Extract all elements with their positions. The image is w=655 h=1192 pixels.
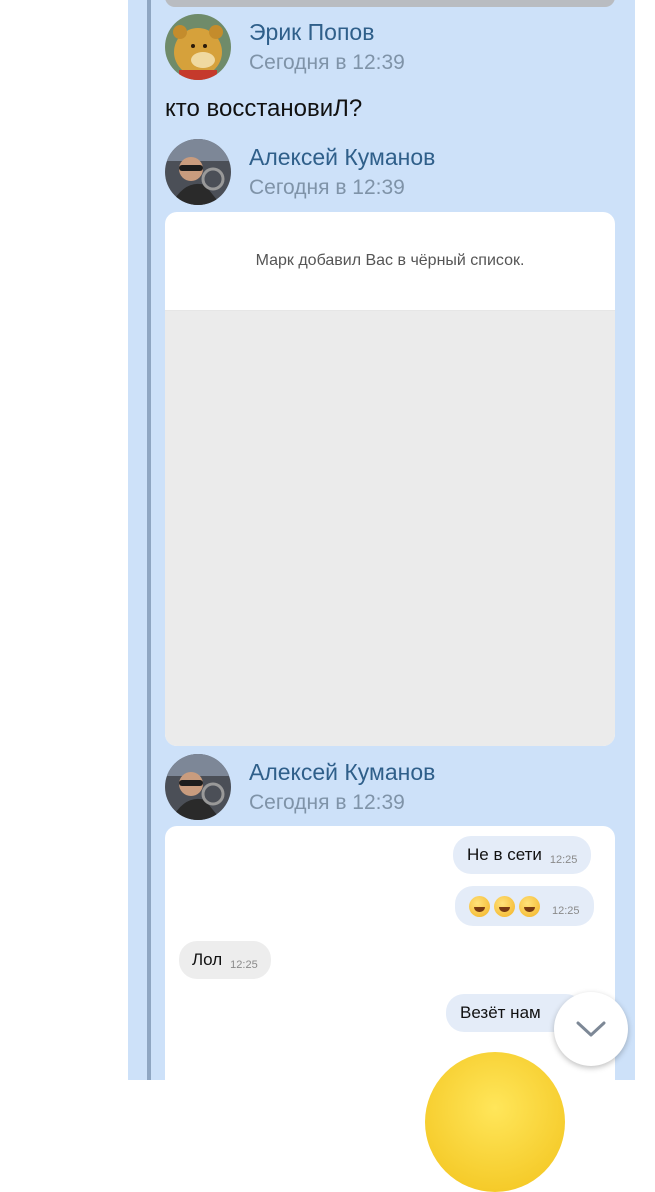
- message-text: кто восстановиЛ?: [165, 95, 363, 122]
- post-time: Сегодня в 12:39: [249, 791, 405, 814]
- previous-attachment-edge: [165, 0, 615, 7]
- rofl-emoji: [519, 895, 540, 917]
- attachment-placeholder: [165, 311, 615, 746]
- post-time: Сегодня в 12:39: [249, 51, 405, 74]
- sticker: [425, 1052, 565, 1192]
- rofl-emoji: [494, 895, 515, 917]
- bubble-time: 12:25: [552, 905, 580, 917]
- quote-bar: [147, 0, 151, 1080]
- post-time: Сегодня в 12:39: [249, 176, 405, 199]
- attachment-notice: Марк добавил Вас в чёрный список.: [165, 212, 615, 311]
- chat-bubble-outgoing: 12:25: [455, 886, 594, 926]
- avatar-image: [165, 14, 231, 80]
- rofl-emoji: [469, 895, 490, 917]
- bubble-time: 12:25: [549, 854, 578, 866]
- chat-bubble-incoming: Лол 12:25: [179, 941, 271, 979]
- author-name[interactable]: Алексей Куманов: [249, 144, 435, 171]
- bubble-text: Лол: [192, 950, 223, 969]
- scroll-down-button[interactable]: [554, 992, 628, 1066]
- avatar-image: [165, 754, 231, 820]
- bubble-text: Везёт нам: [460, 1003, 541, 1022]
- author-name[interactable]: Алексей Куманов: [249, 759, 435, 786]
- avatar[interactable]: [165, 754, 231, 820]
- avatar-image: [165, 139, 231, 205]
- screenshot-attachment[interactable]: Марк добавил Вас в чёрный список.: [165, 212, 615, 746]
- bubble-text: Не в сети: [467, 845, 542, 864]
- chevron-down-icon: [576, 1021, 606, 1037]
- avatar[interactable]: [165, 139, 231, 205]
- bubble-time: 12:25: [230, 959, 258, 971]
- author-name[interactable]: Эрик Попов: [249, 19, 374, 46]
- avatar[interactable]: [165, 14, 231, 80]
- chat-bubble-outgoing: Не в сети 12:25: [453, 836, 592, 874]
